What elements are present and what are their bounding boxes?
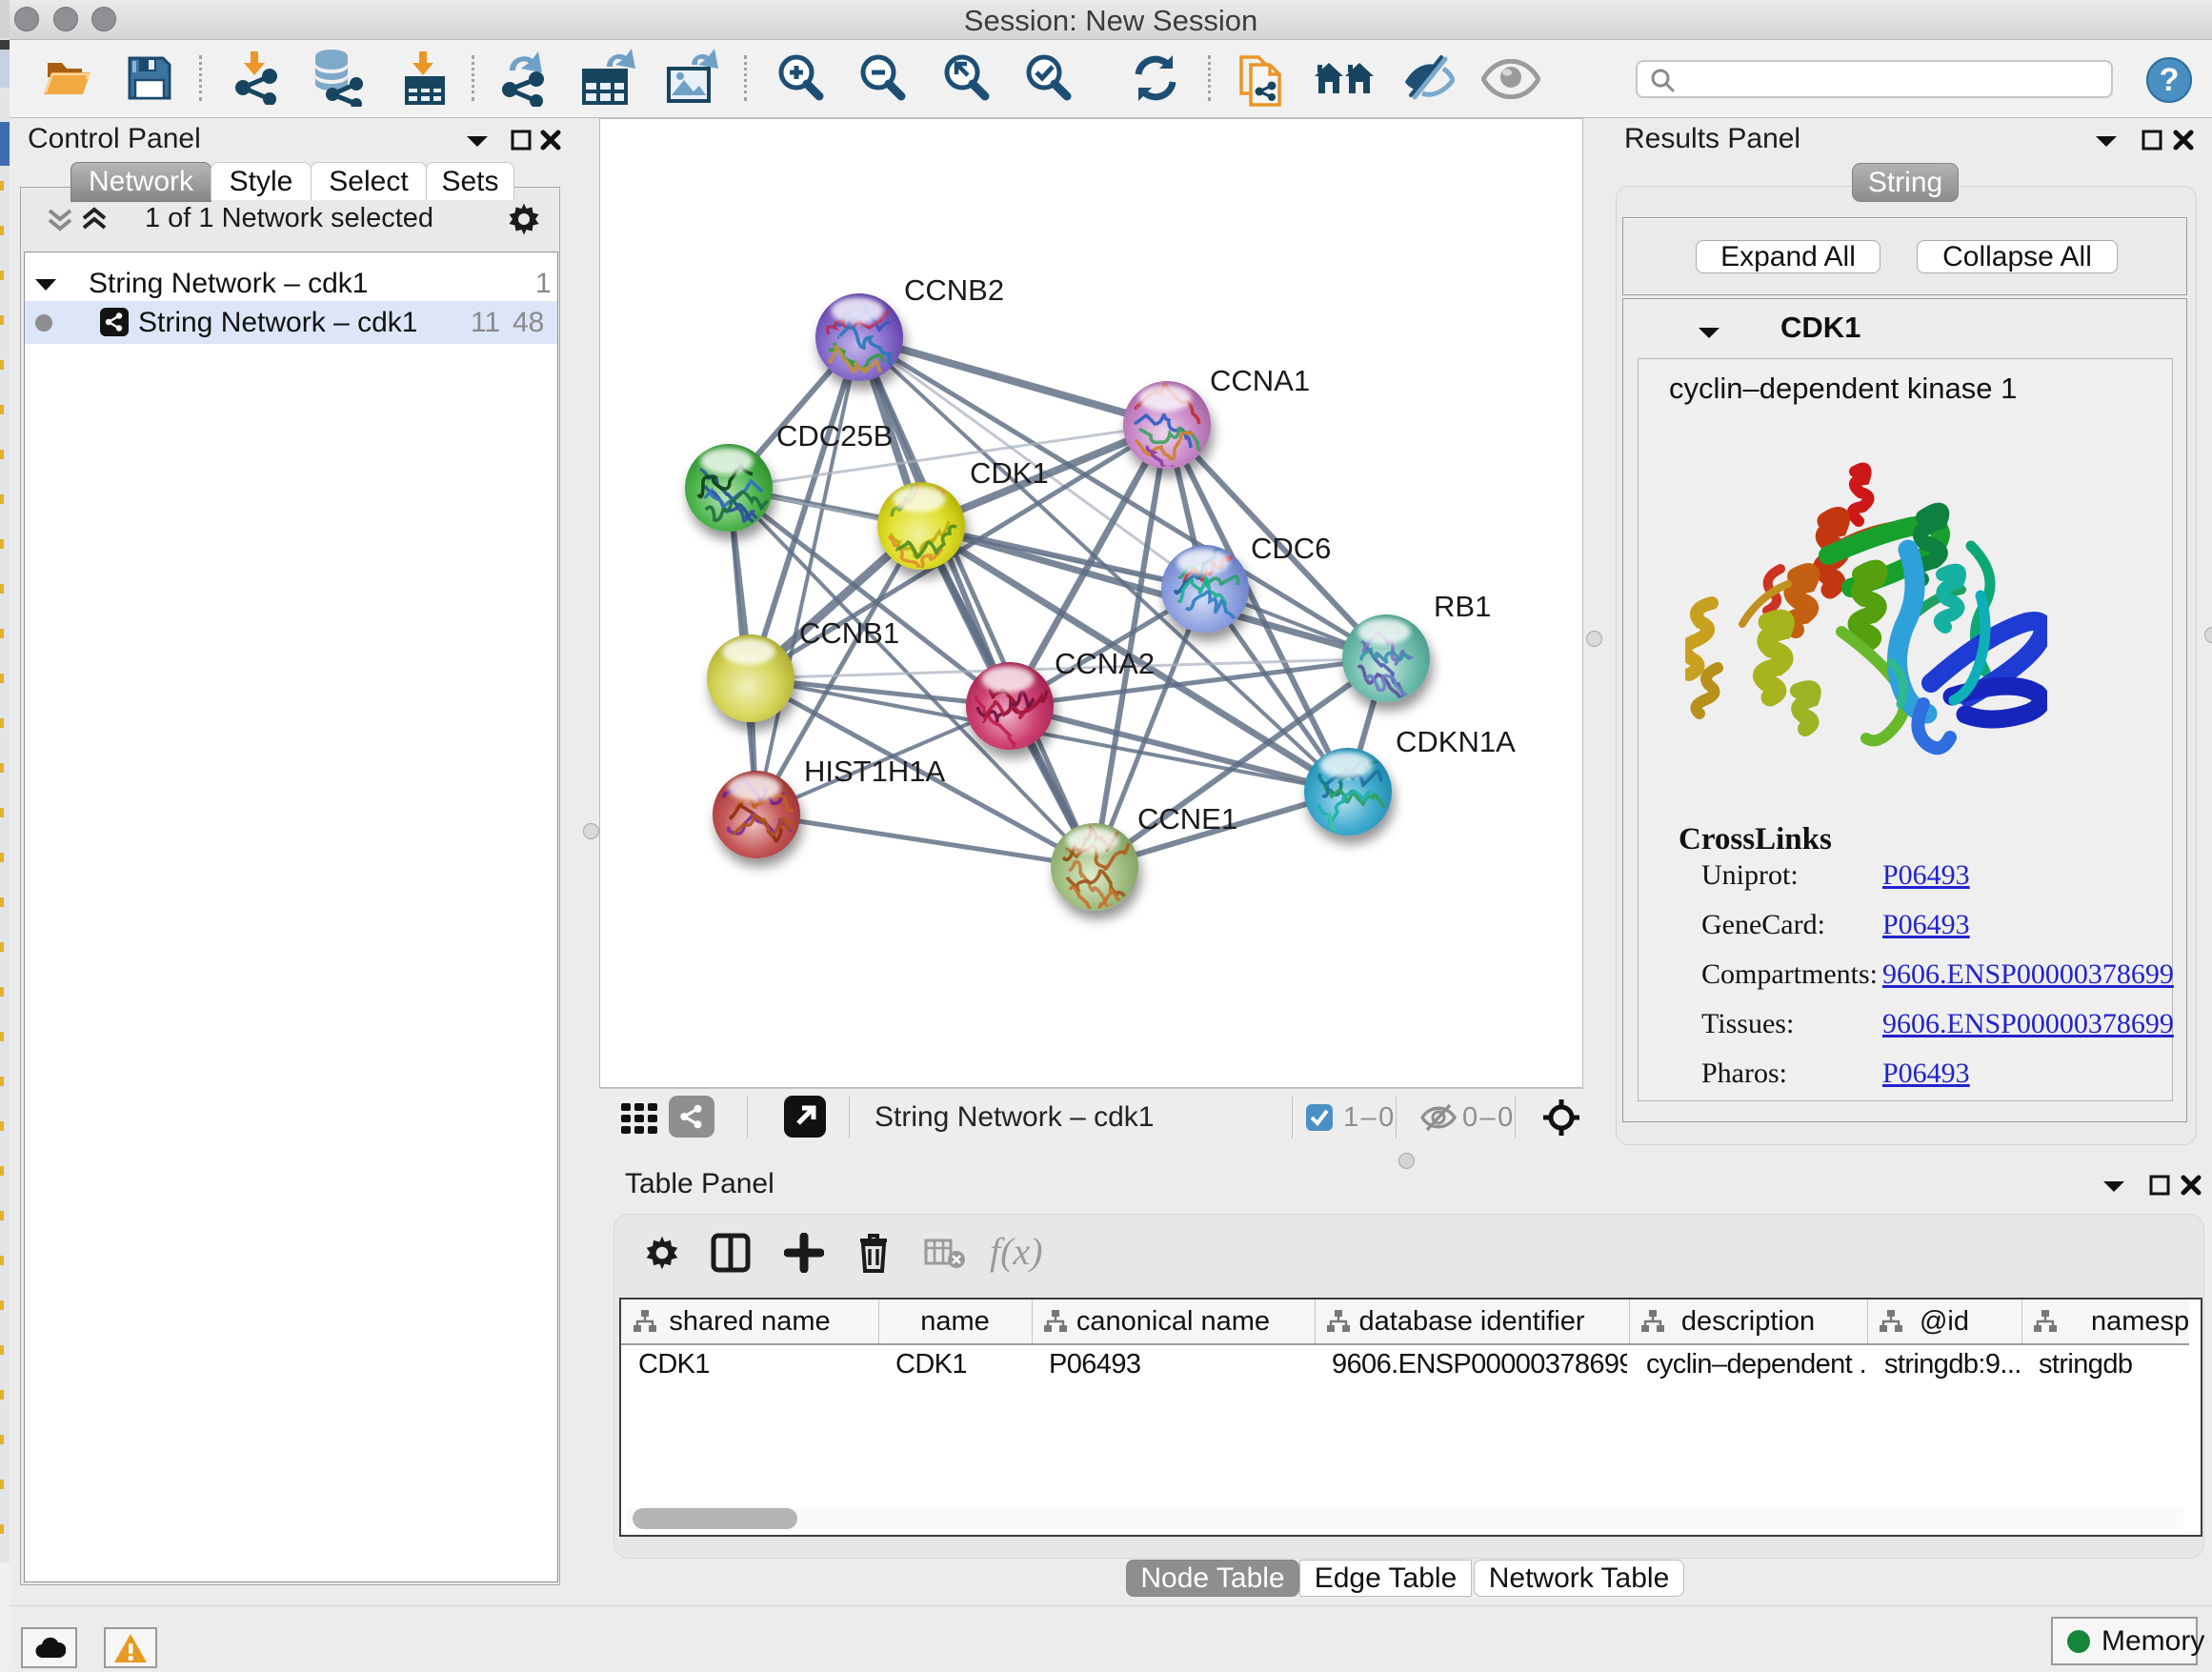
svg-text:CDC25B: CDC25B [776, 419, 893, 453]
svg-text:CCNB1: CCNB1 [799, 616, 899, 650]
svg-text:CCNA1: CCNA1 [1210, 364, 1310, 397]
svg-text:CCNA2: CCNA2 [1055, 647, 1155, 680]
svg-text:HIST1H1A: HIST1H1A [804, 755, 945, 788]
svg-text:CDKN1A: CDKN1A [1396, 725, 1516, 758]
svg-text:CDK1: CDK1 [970, 456, 1049, 490]
svg-text:CCNE1: CCNE1 [1137, 802, 1237, 836]
svg-text:CCNB2: CCNB2 [904, 273, 1004, 307]
svg-text:CDC6: CDC6 [1251, 532, 1331, 565]
svg-text:RB1: RB1 [1434, 590, 1491, 623]
